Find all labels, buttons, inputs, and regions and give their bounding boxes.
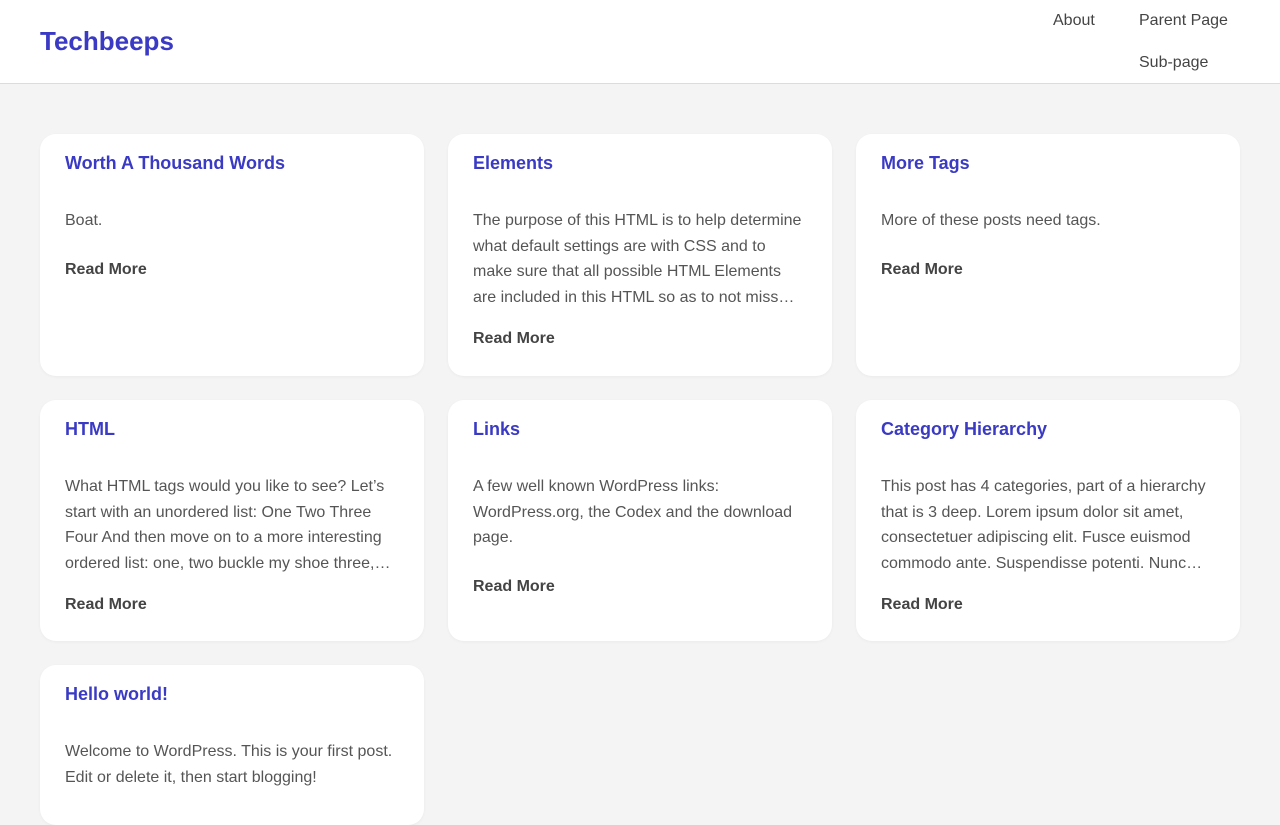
post-excerpt: Boat. — [65, 212, 103, 229]
post-card: Elements The purpose of this HTML is to … — [448, 134, 832, 376]
post-excerpt: This post has 4 categories, part of a hi… — [881, 478, 1206, 572]
post-card: Worth A Thousand Words Boat. Read More — [40, 134, 424, 376]
post-excerpt: What HTML tags would you like to see? Le… — [65, 478, 385, 572]
nav-item-parent-page[interactable]: Parent Page — [1139, 11, 1228, 31]
post-excerpt: A few well known WordPress links: WordPr… — [473, 478, 793, 546]
read-more-link[interactable]: Read More — [473, 329, 555, 349]
post-title[interactable]: Worth A Thousand Words — [65, 151, 285, 175]
post-excerpt: More of these posts need tags. — [881, 212, 1101, 229]
post-title[interactable]: Category Hierarchy — [881, 417, 1047, 441]
read-more-link[interactable]: Read More — [881, 595, 963, 615]
post-card: HTML What HTML tags would you like to se… — [40, 400, 424, 641]
site-header: Techbeeps About Parent Page Sub-page — [0, 0, 1280, 84]
post-card: Hello world! Welcome to WordPress. This … — [40, 665, 424, 825]
post-title[interactable]: Hello world! — [65, 682, 168, 706]
read-more-link[interactable]: Read More — [473, 577, 555, 597]
post-card: Category Hierarchy This post has 4 categ… — [856, 400, 1240, 641]
nav-item-sub-page[interactable]: Sub-page — [1139, 53, 1208, 73]
post-title[interactable]: More Tags — [881, 151, 970, 175]
read-more-link[interactable]: Read More — [881, 260, 963, 280]
post-title[interactable]: Links — [473, 417, 520, 441]
post-title[interactable]: Elements — [473, 151, 553, 175]
nav-item-about[interactable]: About — [1053, 11, 1095, 31]
read-more-link[interactable]: Read More — [65, 595, 147, 615]
post-excerpt: The purpose of this HTML is to help dete… — [473, 212, 802, 306]
site-title[interactable]: Techbeeps — [40, 24, 174, 58]
post-card: Links A few well known WordPress links: … — [448, 400, 832, 641]
post-excerpt: Welcome to WordPress. This is your first… — [65, 743, 393, 786]
post-title[interactable]: HTML — [65, 417, 115, 441]
read-more-link[interactable]: Read More — [65, 260, 147, 280]
post-card: More Tags More of these posts need tags.… — [856, 134, 1240, 376]
